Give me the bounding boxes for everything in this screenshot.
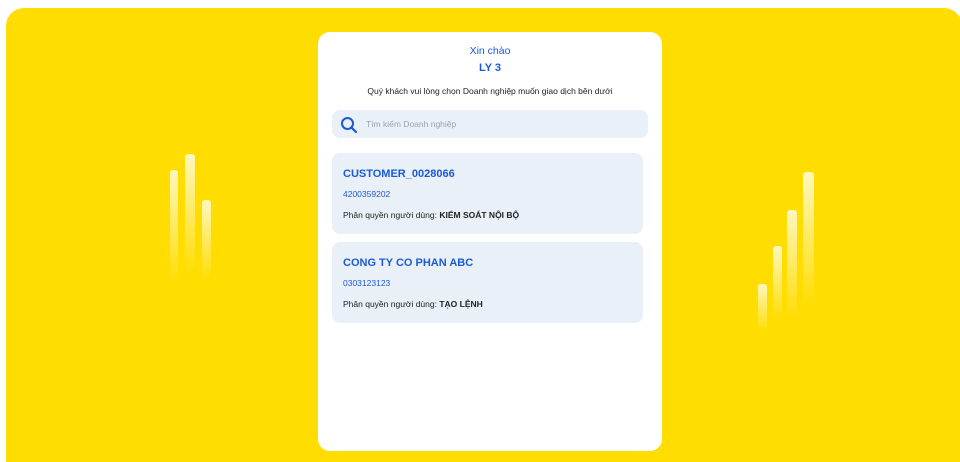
- company-tax-code: 0303123123: [343, 278, 391, 288]
- username: LY 3: [478, 62, 502, 74]
- role-label: Phân quyền người dùng:: [343, 210, 440, 220]
- instruction-text: Quý khách vui lòng chọn Doanh nghiệp muố…: [367, 86, 613, 96]
- company-item[interactable]: CONG TY CO PHAN ABC 0303123123 Phân quyề…: [332, 242, 643, 323]
- company-name: CONG TY CO PHAN ABC: [343, 257, 474, 269]
- company-role: Phân quyền người dùng: KIỂM SOÁT NỘI BỘ: [343, 210, 519, 220]
- company-selection-card: Xin chào LY 3 Quý khách vui lòng chọn Do…: [318, 32, 662, 451]
- role-value: TẠO LỆNH: [439, 299, 483, 309]
- search-input[interactable]: [366, 110, 636, 138]
- company-item[interactable]: CUSTOMER_0028066 4200359202 Phân quyền n…: [332, 153, 643, 234]
- role-value: KIỂM SOÁT NỘI BỘ: [439, 210, 520, 220]
- greeting-text: Xin chào: [469, 45, 511, 57]
- role-label: Phân quyền người dùng:: [343, 299, 440, 309]
- company-name: CUSTOMER_0028066: [343, 168, 455, 180]
- company-tax-code: 4200359202: [343, 189, 391, 199]
- search-box[interactable]: [332, 110, 648, 138]
- company-role: Phân quyền người dùng: TẠO LỆNH: [343, 299, 483, 309]
- search-icon[interactable]: [340, 116, 358, 134]
